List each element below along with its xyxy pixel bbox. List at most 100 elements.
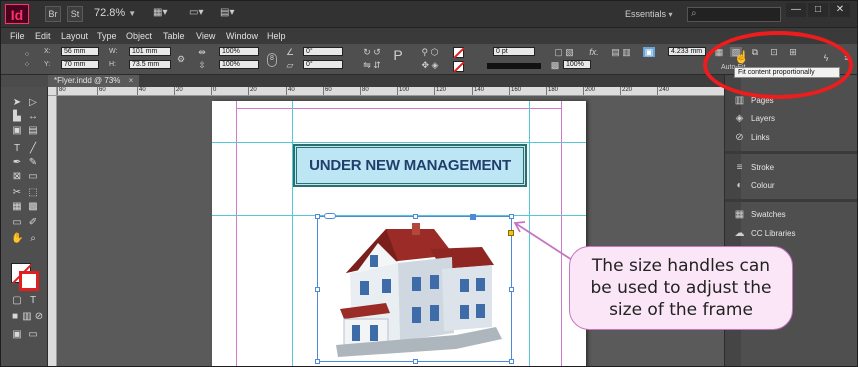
type-tool-icon[interactable]: T: [11, 143, 23, 155]
flip-direction-icon: P: [393, 47, 403, 63]
menu-type[interactable]: Type: [97, 28, 117, 44]
bridge-button[interactable]: Br: [45, 6, 61, 22]
gap-tool-icon[interactable]: ↔: [27, 111, 39, 123]
search-input[interactable]: ⌕: [687, 7, 781, 22]
panel-swatches[interactable]: ▦ Swatches: [725, 206, 857, 224]
formatting-text-icon[interactable]: T: [27, 295, 39, 307]
chevron-down-icon: ▾: [668, 10, 673, 19]
scale-x-field[interactable]: 100%: [219, 47, 259, 56]
headline-text-frame[interactable]: UNDER NEW MANAGEMENT: [293, 144, 527, 187]
panel-cc-libraries[interactable]: ☁ CC Libraries: [725, 225, 857, 243]
menu-layout[interactable]: Layout: [61, 28, 88, 44]
close-button[interactable]: ✕: [830, 3, 850, 17]
text-wrap-icons[interactable]: ▤ ▥: [605, 47, 637, 57]
gradient-feather-tool-icon[interactable]: ▩: [27, 201, 39, 213]
resize-handle[interactable]: [315, 214, 320, 219]
pencil-tool-icon[interactable]: ✎: [27, 157, 39, 169]
direct-selection-tool-icon[interactable]: ▷: [27, 97, 39, 109]
close-tab-icon[interactable]: ×: [129, 76, 134, 85]
panel-layers[interactable]: ◈ Layers: [725, 110, 857, 128]
select-content-icon[interactable]: ✥ ◈: [415, 60, 445, 70]
panel-colour[interactable]: ◐ Colour: [725, 177, 857, 195]
line-tool-icon[interactable]: ╱: [27, 143, 39, 155]
pen-tool-icon[interactable]: ✒: [11, 157, 23, 169]
stroke-type-dropdown[interactable]: [487, 63, 541, 69]
stroke-align-icon[interactable]: ▣: [643, 47, 655, 57]
rotation-angle-field[interactable]: 0°: [303, 47, 343, 56]
menu-file[interactable]: File: [10, 28, 25, 44]
resize-handle[interactable]: [509, 287, 514, 292]
effects-icon[interactable]: ▢ ▧: [551, 47, 577, 57]
workspace-switcher[interactable]: Essentials ▾: [625, 9, 673, 19]
width-field[interactable]: 101 mm: [129, 47, 171, 56]
fill-none-swatch[interactable]: [453, 47, 464, 58]
content-placer-icon[interactable]: ▤: [27, 125, 39, 137]
height-field[interactable]: 73.5 mm: [129, 60, 171, 69]
gradient-swatch-tool-icon[interactable]: ▦: [11, 201, 23, 213]
menu-edit[interactable]: Edit: [35, 28, 51, 44]
scissors-tool-icon[interactable]: ✂: [11, 187, 23, 199]
free-transform-tool-icon[interactable]: ⬚: [27, 187, 39, 199]
eyedropper-tool-icon[interactable]: ✐: [27, 217, 39, 229]
resize-handle[interactable]: [413, 359, 418, 364]
constrain-proportions-icon[interactable]: ⚙: [176, 54, 186, 64]
stroke-none-swatch[interactable]: [453, 61, 464, 72]
document-tab[interactable]: *Flyer.indd @ 73% ×: [48, 75, 140, 87]
rectangle-frame-tool-icon[interactable]: ⊠: [11, 171, 23, 183]
stroke-swatch[interactable]: [19, 271, 39, 291]
menu-object[interactable]: Object: [126, 28, 152, 44]
image-frame[interactable]: [315, 213, 514, 364]
resize-handle[interactable]: [315, 359, 320, 364]
resize-handle[interactable]: [315, 287, 320, 292]
apply-gradient-icon[interactable]: ▥: [21, 311, 33, 323]
page-tool-icon[interactable]: ▙: [11, 111, 23, 123]
minimize-button[interactable]: —: [786, 3, 806, 17]
link-status-icon[interactable]: [324, 213, 336, 219]
stroke-weight-field[interactable]: 0 pt: [493, 47, 535, 56]
menu-help[interactable]: Help: [267, 28, 286, 44]
frame-edge-marker[interactable]: [470, 214, 476, 220]
shear-angle-field[interactable]: 0°: [303, 60, 343, 69]
selection-tool-icon[interactable]: ➤: [11, 97, 23, 109]
formatting-container-icon[interactable]: ▢: [11, 295, 23, 307]
menu-window[interactable]: Window: [226, 28, 258, 44]
normal-view-icon[interactable]: ▣: [11, 329, 23, 341]
scale-y-field[interactable]: 100%: [219, 60, 259, 69]
view-options-icon[interactable]: ▦▾: [153, 7, 167, 18]
panel-stroke[interactable]: ≡ Stroke: [725, 159, 857, 177]
note-tool-icon[interactable]: ▭: [11, 217, 23, 229]
screen-mode-icon[interactable]: ▭▾: [189, 7, 203, 18]
zoom-tool-icon[interactable]: ⌕: [27, 233, 39, 245]
ruler-guide[interactable]: [212, 142, 586, 143]
menu-view[interactable]: View: [196, 28, 215, 44]
ruler-origin[interactable]: [48, 87, 57, 96]
y-field[interactable]: 70 mm: [61, 60, 99, 69]
apply-none-icon[interactable]: ⊘: [33, 311, 45, 323]
apply-color-icon[interactable]: ■: [9, 311, 21, 323]
hand-tool-icon[interactable]: ✋: [11, 233, 23, 245]
menu-table[interactable]: Table: [163, 28, 185, 44]
rectangle-tool-icon[interactable]: ▭: [27, 171, 39, 183]
reference-point-icon[interactable]: ⁘ ⁘: [21, 50, 33, 69]
select-container-icon[interactable]: ⚲ ⬡: [415, 47, 445, 57]
document-tab-bar: *Flyer.indd @ 73% ×: [48, 75, 724, 87]
ruler-guide[interactable]: [292, 101, 293, 366]
resize-handle[interactable]: [413, 214, 418, 219]
x-field[interactable]: 56 mm: [61, 47, 99, 56]
panel-links[interactable]: ⊘ Links: [725, 129, 857, 147]
flip-buttons-icon[interactable]: ⇋ ⇵: [357, 60, 387, 70]
ruler-label: 0: [213, 87, 217, 93]
opacity-field[interactable]: 100%: [563, 60, 591, 69]
content-collector-icon[interactable]: ▣: [11, 125, 23, 137]
indesign-logo: Id: [5, 4, 29, 24]
resize-handle[interactable]: [509, 359, 514, 364]
rotate-buttons-icon[interactable]: ↻ ↺: [357, 47, 387, 57]
stock-button[interactable]: St: [67, 6, 83, 22]
fx-icon[interactable]: fx.: [587, 47, 601, 57]
zoom-level-dropdown[interactable]: 72.8% ▼: [94, 7, 136, 19]
arrange-documents-icon[interactable]: ▤▾: [220, 7, 234, 18]
maximize-button[interactable]: □: [808, 3, 828, 17]
preview-mode-icon[interactable]: ▭: [27, 329, 39, 341]
offset-field[interactable]: 4.233 mm: [668, 47, 706, 56]
link-icon[interactable]: 8: [267, 53, 277, 67]
